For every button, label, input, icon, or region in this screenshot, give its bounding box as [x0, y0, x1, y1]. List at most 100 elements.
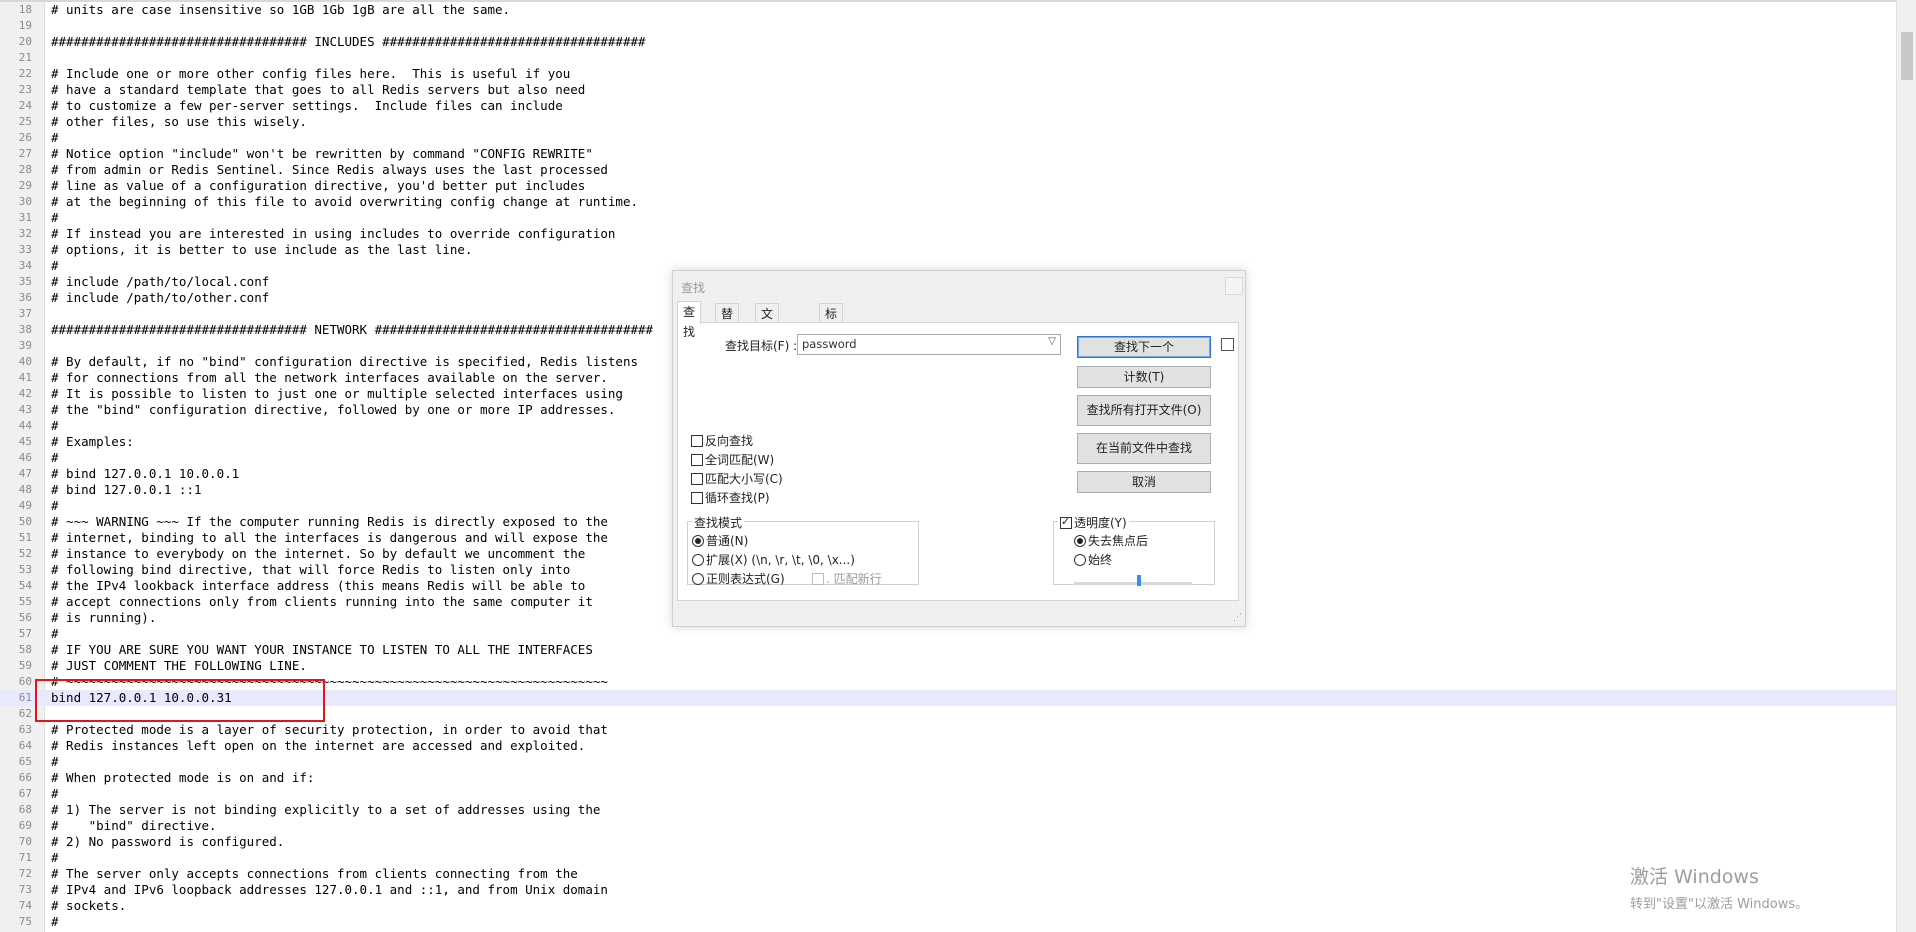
on-lose-focus-option[interactable]: 失去焦点后: [1074, 532, 1148, 549]
code-line[interactable]: 63 # Protected mode is a layer of securit…: [0, 722, 1896, 738]
code-line[interactable]: 24 # to customize a few per-server settin…: [0, 98, 1896, 114]
radio-button[interactable]: [692, 554, 704, 566]
transparency-title[interactable]: 透明度(Y): [1058, 514, 1129, 531]
scrollbar-thumb[interactable]: [1901, 32, 1913, 80]
mode-normal-option[interactable]: 普通(N): [692, 532, 748, 549]
line-number: 31: [18, 211, 32, 224]
match-case-option[interactable]: 匹配大小写(C): [691, 470, 783, 487]
mode-regex-option[interactable]: 正则表达式(G): [692, 570, 785, 587]
code-line[interactable]: 59 # JUST COMMENT THE FOLLOWING LINE.: [0, 658, 1896, 674]
line-text: # accept connections only from clients r…: [51, 594, 593, 609]
line-text: # Protected mode is a layer of security …: [51, 722, 608, 737]
line-text: # The server only accepts connections fr…: [51, 866, 578, 881]
line-number: 52: [18, 547, 32, 560]
code-line[interactable]: 26 #: [0, 130, 1896, 146]
code-line[interactable]: 19: [0, 18, 1896, 34]
line-text: # the "bind" configuration directive, fo…: [51, 402, 616, 417]
radio-button[interactable]: [1074, 554, 1086, 566]
count-button[interactable]: 计数(T): [1077, 366, 1211, 388]
find-target-input[interactable]: password ▽: [797, 334, 1061, 355]
code-line[interactable]: 72 # The server only accepts connections …: [0, 866, 1896, 882]
code-line[interactable]: 28 # from admin or Redis Sentinel. Since …: [0, 162, 1896, 178]
line-number: 45: [18, 435, 32, 448]
vertical-scrollbar[interactable]: [1896, 0, 1916, 932]
code-line[interactable]: 74 # sockets.: [0, 898, 1896, 914]
code-line[interactable]: 30 # at the beginning of this file to avo…: [0, 194, 1896, 210]
code-line[interactable]: 22 # Include one or more other config fil…: [0, 66, 1896, 82]
whole-word-option[interactable]: 全词匹配(W): [691, 451, 774, 468]
line-text: # Notice option "include" won't be rewri…: [51, 146, 593, 161]
code-line[interactable]: 29 # line as value of a configuration dir…: [0, 178, 1896, 194]
line-number: 64: [18, 739, 32, 752]
line-text: # is running).: [51, 610, 157, 625]
code-line[interactable]: 31 #: [0, 210, 1896, 226]
code-line[interactable]: 33 # options, it is better to use include…: [0, 242, 1896, 258]
code-line[interactable]: 18 # units are case insensitive so 1GB 1G…: [0, 2, 1896, 18]
line-text: ################################## INCLU…: [51, 34, 646, 49]
tab-mark[interactable]: 标记: [819, 303, 844, 341]
line-text: # Redis instances left open on the inter…: [51, 738, 586, 753]
checkbox[interactable]: [691, 492, 703, 504]
mode-extended-option[interactable]: 扩展(X) (\n, \r, \t, \0, \x...): [692, 551, 855, 568]
find-in-current-file-button[interactable]: 在当前文件中查找: [1077, 433, 1211, 464]
line-number: 59: [18, 659, 32, 672]
line-number: 65: [18, 755, 32, 768]
line-number: 62: [18, 707, 32, 720]
backward-label: 反向查找: [705, 434, 754, 448]
resize-grip-icon[interactable]: ⋰: [1233, 613, 1242, 623]
code-line[interactable]: 70 # 2) No password is configured.: [0, 834, 1896, 850]
tab-find[interactable]: 查找: [677, 301, 702, 339]
code-line[interactable]: 71 #: [0, 850, 1896, 866]
always-option[interactable]: 始终: [1074, 551, 1112, 568]
checkbox[interactable]: [691, 473, 703, 485]
code-line[interactable]: 65 #: [0, 754, 1896, 770]
code-line[interactable]: 25 # other files, so use this wisely.: [0, 114, 1896, 130]
code-line[interactable]: 57 #: [0, 626, 1896, 642]
code-line[interactable]: 58 # IF YOU ARE SURE YOU WANT YOUR INSTAN…: [0, 642, 1896, 658]
line-number: 70: [18, 835, 32, 848]
line-text: # Examples:: [51, 434, 134, 449]
code-line[interactable]: 68 # 1) The server is not binding explici…: [0, 802, 1896, 818]
code-line[interactable]: 32 # If instead you are interested in usi…: [0, 226, 1896, 242]
code-line[interactable]: 21: [0, 50, 1896, 66]
checkbox[interactable]: [812, 573, 824, 585]
tab-replace[interactable]: 替换: [715, 303, 740, 341]
line-number: 47: [18, 467, 32, 480]
line-number: 49: [18, 499, 32, 512]
code-line[interactable]: 66 # When protected mode is on and if:: [0, 770, 1896, 786]
dot-matches-newline-option[interactable]: . 匹配新行: [812, 570, 882, 587]
find-target-label: 查找目标(F) :: [725, 339, 798, 353]
code-line[interactable]: 23 # have a standard template that goes t…: [0, 82, 1896, 98]
transparency-slider[interactable]: [1074, 582, 1192, 585]
checkbox[interactable]: [1060, 515, 1072, 529]
line-text: # for connections from all the network i…: [51, 370, 608, 385]
line-number: 39: [18, 339, 32, 352]
line-number: 35: [18, 275, 32, 288]
code-line[interactable]: 20 ################################## INC…: [0, 34, 1896, 50]
radio-button[interactable]: [692, 535, 704, 547]
code-line[interactable]: 69 # "bind" directive.: [0, 818, 1896, 834]
find-all-open-files-button[interactable]: 查找所有打开文件(O): [1077, 395, 1211, 426]
cancel-button[interactable]: 取消: [1077, 471, 1211, 493]
dialog-option-checkbox[interactable]: [1221, 338, 1234, 351]
radio-button[interactable]: [692, 573, 704, 585]
checkbox[interactable]: [691, 454, 703, 466]
line-number: 74: [18, 899, 32, 912]
code-line[interactable]: 67 #: [0, 786, 1896, 802]
find-dialog[interactable]: 查找 查找 替换 文件查找 标记 查找目标(F) : password ▽ 查找…: [672, 270, 1246, 627]
line-number: 56: [18, 611, 32, 624]
code-line[interactable]: 73 # IPv4 and IPv6 loopback addresses 127…: [0, 882, 1896, 898]
backward-option[interactable]: 反向查找: [691, 432, 753, 449]
tab-find-in-files[interactable]: 文件查找: [755, 303, 780, 381]
chevron-down-icon[interactable]: ▽: [1048, 336, 1056, 347]
code-line[interactable]: 27 # Notice option "include" won't be rew…: [0, 146, 1896, 162]
wrap-around-option[interactable]: 循环查找(P): [691, 489, 770, 506]
find-next-button[interactable]: 查找下一个: [1077, 336, 1211, 358]
radio-button[interactable]: [1074, 535, 1086, 547]
transparency-slider-thumb[interactable]: [1136, 575, 1141, 586]
mode-normal-label: 普通(N): [706, 534, 749, 548]
code-line[interactable]: 64 # Redis instances left open on the int…: [0, 738, 1896, 754]
checkbox[interactable]: [691, 435, 703, 447]
close-button[interactable]: [1225, 277, 1243, 295]
code-line[interactable]: 75 #: [0, 914, 1896, 930]
